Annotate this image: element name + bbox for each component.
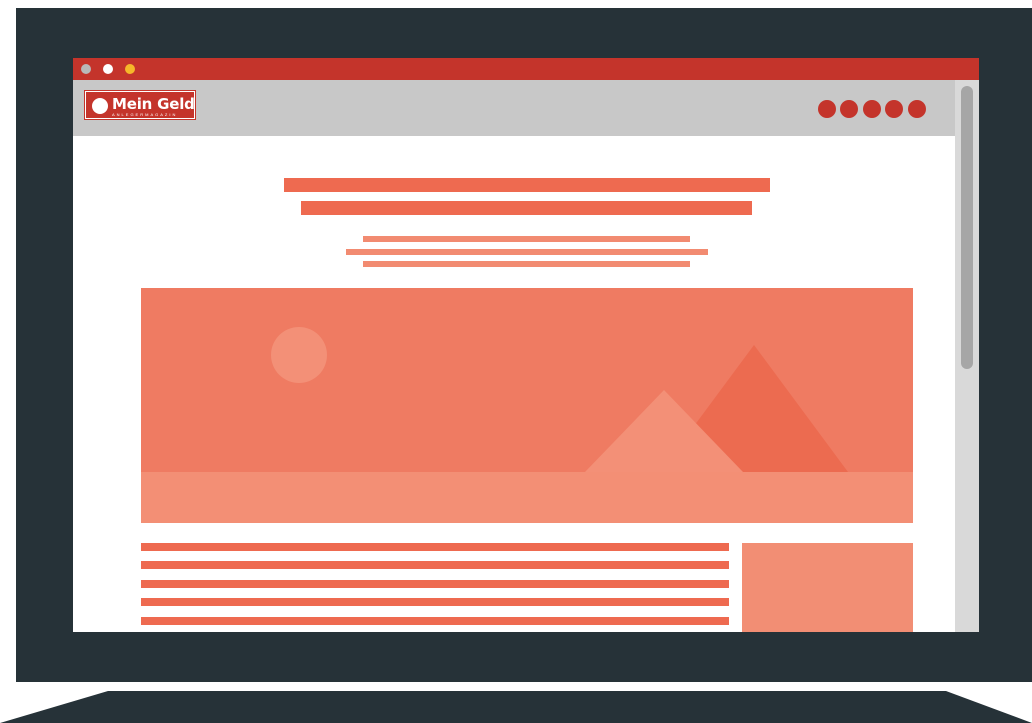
text-line-2 — [141, 561, 729, 569]
ground — [141, 472, 913, 523]
browser-window: Mein Geld ANLEGERMAGAZIN — [73, 58, 979, 632]
sidebar-image — [742, 543, 913, 632]
nav-item-4[interactable] — [885, 100, 903, 118]
text-line-4 — [141, 598, 729, 606]
headline-line-1 — [284, 178, 770, 192]
minimize-window-button[interactable] — [103, 64, 113, 74]
title-bar — [73, 58, 979, 80]
site-header: Mein Geld ANLEGERMAGAZIN — [73, 80, 955, 136]
nav-item-2[interactable] — [840, 100, 858, 118]
text-line-3 — [141, 580, 729, 588]
logo-emblem-icon — [92, 98, 108, 114]
headline-line-2 — [301, 201, 752, 215]
page-content — [73, 136, 955, 632]
landscape-illustration — [141, 288, 913, 523]
nav-item-5[interactable] — [908, 100, 926, 118]
logo-subtitle: ANLEGERMAGAZIN — [112, 112, 178, 117]
logo-title: Mein Geld — [112, 95, 195, 113]
subtitle-line-1 — [363, 236, 690, 242]
subtitle-line-2 — [346, 249, 708, 255]
close-window-button[interactable] — [81, 64, 91, 74]
nav-item-1[interactable] — [818, 100, 836, 118]
site-logo[interactable]: Mein Geld ANLEGERMAGAZIN — [85, 91, 195, 119]
scrollbar-thumb[interactable] — [961, 86, 973, 369]
sun-icon — [271, 327, 327, 383]
hero-image — [141, 288, 913, 523]
subtitle-line-3 — [363, 261, 690, 267]
text-line-1 — [141, 543, 729, 551]
maximize-window-button[interactable] — [125, 64, 135, 74]
nav-item-3[interactable] — [863, 100, 881, 118]
text-line-5 — [141, 617, 729, 625]
vertical-scrollbar[interactable] — [955, 80, 979, 632]
